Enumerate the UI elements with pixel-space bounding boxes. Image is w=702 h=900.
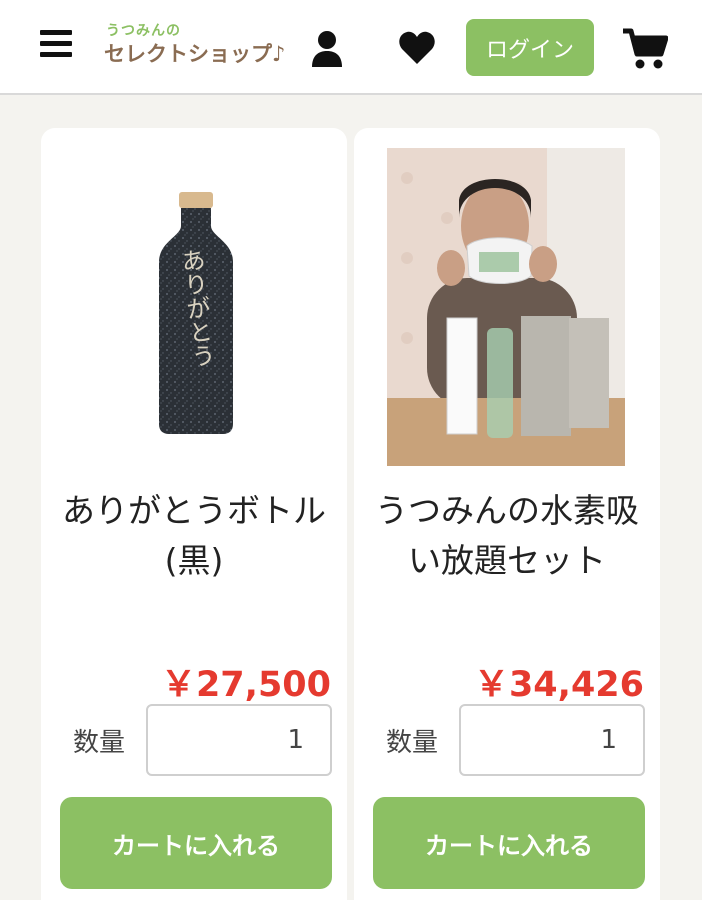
product-price: ￥27,500 (160, 665, 331, 705)
quantity-input[interactable] (146, 704, 332, 776)
login-button[interactable]: ログイン (466, 19, 594, 76)
quantity-label: 数量 (73, 728, 126, 758)
product-name[interactable]: うつみんの水素吸い放題セット (374, 486, 640, 586)
add-to-cart-button[interactable]: カートに入れる (373, 797, 645, 889)
quantity-label: 数量 (386, 728, 439, 758)
product-price: ￥34,426 (473, 665, 644, 705)
add-to-cart-button[interactable]: カートに入れる (60, 797, 332, 889)
heart-icon[interactable] (398, 30, 436, 66)
product-image-bottle[interactable]: ありがとう (141, 188, 251, 438)
site-header: うつみんの セレクトショップ♪ ログイン (0, 0, 702, 95)
menu-icon[interactable] (40, 30, 72, 60)
product-card: ありがとう ありがとうボトル(黒) ￥27,500 数量 カートに入れる (41, 128, 347, 900)
product-image-hydrogen-set[interactable] (387, 148, 625, 466)
product-card: うつみんの水素吸い放題セット ￥34,426 数量 カートに入れる (354, 128, 660, 900)
quantity-input[interactable] (459, 704, 645, 776)
logo-title: セレクトショップ♪ (104, 42, 286, 66)
cart-icon[interactable] (622, 28, 668, 70)
logo-subtitle: うつみんの (106, 23, 181, 39)
product-name[interactable]: ありがとうボトル(黒) (61, 486, 327, 586)
site-logo[interactable]: うつみんの セレクトショップ♪ (104, 20, 294, 70)
user-icon[interactable] (310, 30, 344, 68)
